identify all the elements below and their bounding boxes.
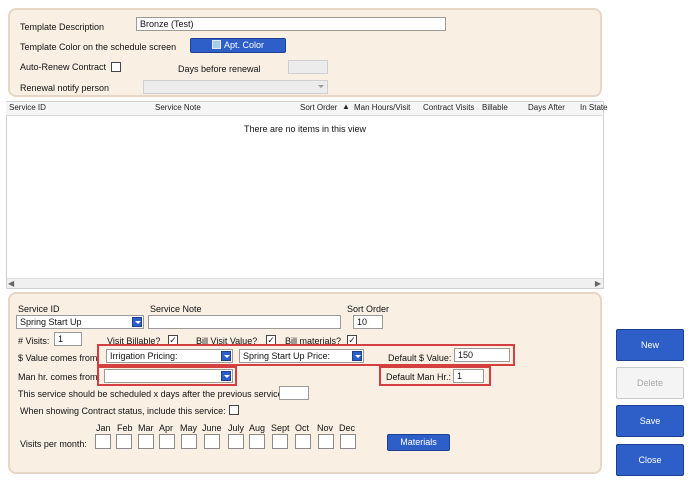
chevron-down-icon <box>316 82 326 92</box>
service-id-select[interactable]: Spring Start Up <box>16 315 144 329</box>
month-input-jan[interactable] <box>95 434 111 449</box>
save-button[interactable]: Save <box>616 405 684 437</box>
month-input-nov[interactable] <box>318 434 334 449</box>
man-hr-comes-from-label: Man hr. comes from: <box>18 372 101 382</box>
month-label-may: May <box>180 423 198 433</box>
template-description-input[interactable]: Bronze (Test) <box>136 17 446 31</box>
apt-color-button[interactable]: Apt. Color <box>190 38 286 53</box>
sort-order-label: Sort Order <box>347 304 390 314</box>
sort-ascending-icon: ▲ <box>342 102 350 111</box>
service-id-value: Spring Start Up <box>20 317 82 327</box>
scroll-left-icon[interactable]: ◀ <box>8 279 14 288</box>
chevron-down-icon <box>221 371 231 381</box>
visits-input[interactable]: 1 <box>54 332 82 346</box>
month-input-mar[interactable] <box>138 434 154 449</box>
new-button[interactable]: New <box>616 329 684 361</box>
apt-color-label: Apt. Color <box>223 40 265 50</box>
chevron-down-icon <box>221 351 231 361</box>
days-before-renewal-label: Days before renewal <box>178 64 261 74</box>
month-label-sept: Sept <box>271 423 290 433</box>
col-days-after[interactable]: Days After <box>528 103 565 112</box>
renewal-notify-select[interactable] <box>143 80 328 94</box>
col-contract-visits[interactable]: Contract Visits <box>423 103 474 112</box>
chevron-down-icon <box>132 317 142 327</box>
service-id-label: Service ID <box>18 304 60 314</box>
grid-empty-message: There are no items in this view <box>244 124 367 134</box>
grid-horizontal-scrollbar[interactable]: ◀ ▶ <box>7 278 603 288</box>
col-billable[interactable]: Billable <box>482 103 508 112</box>
col-sort-order[interactable]: Sort Order <box>300 103 337 112</box>
visits-label: # Visits: <box>18 336 50 346</box>
close-button[interactable]: Close <box>616 444 684 476</box>
default-man-hr-label: Default Man Hr.: <box>386 372 452 382</box>
renewal-notify-label: Renewal notify person <box>20 83 110 93</box>
col-in-state[interactable]: In State <box>580 103 608 112</box>
value-source-1-text: Irrigation Pricing: <box>110 351 178 361</box>
month-label-dec: Dec <box>339 423 356 433</box>
man-hr-source-select[interactable] <box>104 369 233 383</box>
grid-header: Service ID Service Note Sort Order ▲ Man… <box>6 102 608 116</box>
month-input-apr[interactable] <box>159 434 175 449</box>
col-man-hours[interactable]: Man Hours/Visit <box>354 103 410 112</box>
month-label-july: July <box>228 423 245 433</box>
default-value-input[interactable]: 150 <box>454 348 510 362</box>
col-service-id[interactable]: Service ID <box>9 103 46 112</box>
month-label-mar: Mar <box>138 423 154 433</box>
month-label-apr: Apr <box>159 423 174 433</box>
chevron-down-icon <box>352 351 362 361</box>
month-input-oct[interactable] <box>295 434 311 449</box>
delete-button[interactable]: Delete <box>616 367 684 399</box>
schedule-days-label: This service should be scheduled x days … <box>18 389 286 399</box>
scroll-right-icon[interactable]: ▶ <box>595 279 601 288</box>
month-label-oct: Oct <box>295 423 310 433</box>
month-input-dec[interactable] <box>340 434 356 449</box>
sort-order-input[interactable]: 10 <box>353 315 383 329</box>
default-man-hr-input[interactable]: 1 <box>453 369 484 383</box>
service-note-input[interactable] <box>148 315 341 329</box>
month-label-feb: Feb <box>117 423 133 433</box>
auto-renew-checkbox[interactable] <box>111 62 121 72</box>
col-service-note[interactable]: Service Note <box>155 103 201 112</box>
color-swatch-icon <box>211 40 221 49</box>
visits-per-month-label: Visits per month: <box>20 439 87 449</box>
month-input-aug[interactable] <box>249 434 265 449</box>
month-input-july[interactable] <box>228 434 244 449</box>
month-input-june[interactable] <box>204 434 220 449</box>
month-input-sept[interactable] <box>272 434 288 449</box>
month-label-jan: Jan <box>96 423 111 433</box>
service-note-label: Service Note <box>150 304 202 314</box>
value-comes-from-label: $ Value comes from: <box>18 353 100 363</box>
month-label-nov: Nov <box>317 423 334 433</box>
contract-status-label: When showing Contract status, include th… <box>20 406 226 416</box>
month-input-feb[interactable] <box>116 434 132 449</box>
value-source-select-1[interactable]: Irrigation Pricing: <box>106 349 233 363</box>
auto-renew-label: Auto-Renew Contract <box>20 62 107 72</box>
month-label-aug: Aug <box>249 423 266 433</box>
month-input-may[interactable] <box>181 434 197 449</box>
value-source-select-2[interactable]: Spring Start Up Price: <box>239 349 364 363</box>
template-color-label: Template Color on the schedule screen <box>20 42 177 52</box>
value-source-2-text: Spring Start Up Price: <box>243 351 331 361</box>
default-value-label: Default $ Value: <box>388 353 452 363</box>
materials-button[interactable]: Materials <box>387 434 450 451</box>
days-before-renewal-input[interactable] <box>288 60 328 74</box>
template-description-label: Template Description <box>20 22 105 32</box>
schedule-days-input[interactable] <box>279 386 309 400</box>
contract-status-checkbox[interactable] <box>229 405 239 415</box>
month-label-june: June <box>202 423 222 433</box>
